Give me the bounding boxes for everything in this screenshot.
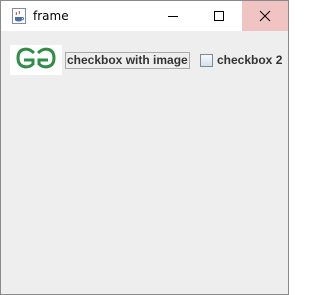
minimize-icon [167, 7, 179, 26]
minimize-button[interactable] [150, 1, 196, 31]
maximize-button[interactable] [196, 1, 242, 31]
checkbox-2-box[interactable] [200, 54, 213, 67]
close-button[interactable] [242, 1, 288, 31]
geeksforgeeks-logo-icon [10, 47, 62, 79]
title-bar[interactable]: frame [1, 1, 288, 31]
checkbox-with-image-label[interactable]: checkbox with image [65, 52, 190, 69]
window-title: frame [33, 9, 69, 23]
app-window: frame checkbox with image checkbox 2 [0, 0, 289, 295]
checkbox-2-label[interactable]: checkbox 2 [217, 52, 282, 69]
java-cup-icon [11, 8, 27, 24]
maximize-icon [213, 7, 225, 26]
checkbox-with-image-icon[interactable] [10, 45, 62, 75]
content-pane: checkbox with image checkbox 2 [1, 31, 288, 294]
close-icon [259, 7, 271, 26]
